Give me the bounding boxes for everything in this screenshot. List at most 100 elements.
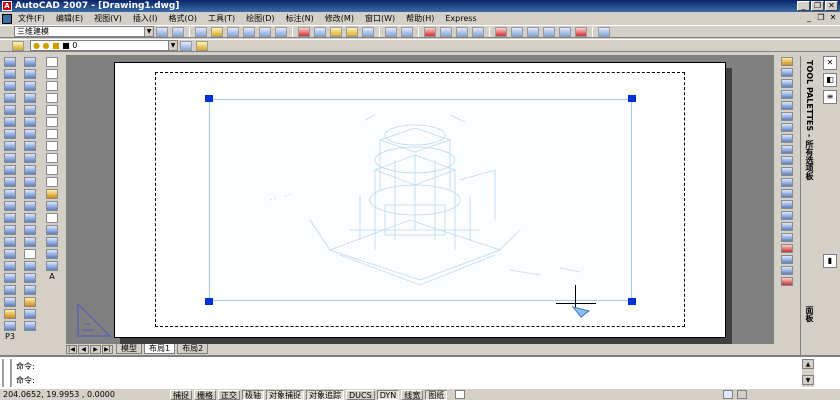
- visual-style-icon[interactable]: [24, 237, 36, 247]
- materials-icon[interactable]: [24, 297, 36, 307]
- tool-palettes[interactable]: TOOL PALETTES - 所有选项板 面板: [800, 56, 820, 356]
- stretch-icon[interactable]: [781, 145, 793, 154]
- menu-file[interactable]: 文件(F): [18, 13, 45, 24]
- design-center-icon[interactable]: [511, 26, 523, 37]
- layer-manager-icon[interactable]: [12, 40, 24, 51]
- subtract-icon[interactable]: [4, 249, 16, 259]
- circle-icon[interactable]: [46, 129, 58, 139]
- menu-draw[interactable]: 绘图(D): [246, 13, 274, 24]
- polysolid-icon[interactable]: [4, 57, 16, 67]
- move-icon[interactable]: [781, 112, 793, 121]
- sphere-icon[interactable]: [4, 105, 16, 115]
- command-grab-handle[interactable]: [2, 359, 12, 387]
- ducs-toggle[interactable]: DUCS: [346, 389, 375, 400]
- command-prompt[interactable]: 命令:: [16, 375, 35, 386]
- menu-view[interactable]: 视图(V): [94, 13, 122, 24]
- multiline-text-icon[interactable]: A: [49, 272, 54, 284]
- trim-icon[interactable]: [781, 156, 793, 165]
- presspull-icon[interactable]: [4, 189, 16, 199]
- spline-icon[interactable]: [46, 153, 58, 163]
- viewport-grip-bottom-left[interactable]: [205, 298, 213, 305]
- move-faces-icon[interactable]: [24, 69, 36, 79]
- palette-properties-icon[interactable]: ≡: [823, 90, 837, 104]
- tool-palettes-icon[interactable]: [527, 26, 539, 37]
- camera-icon[interactable]: [24, 321, 36, 331]
- shell-icon[interactable]: [24, 213, 36, 223]
- menu-insert[interactable]: 插入(I): [133, 13, 158, 24]
- chamfer-icon[interactable]: [781, 211, 793, 220]
- point-icon[interactable]: [46, 213, 58, 223]
- render-icon[interactable]: [24, 285, 36, 295]
- layout-viewport[interactable]: [209, 99, 632, 301]
- viewport-grip-top-left[interactable]: [205, 95, 213, 102]
- pan-icon[interactable]: [424, 26, 436, 37]
- save-workspace-icon[interactable]: [172, 26, 184, 37]
- extrude-faces-icon[interactable]: [24, 57, 36, 67]
- palette-close-icon[interactable]: ✕: [823, 56, 837, 70]
- markup-icon[interactable]: [559, 26, 571, 37]
- save-icon[interactable]: [227, 26, 239, 37]
- 3d-align-icon[interactable]: [4, 297, 16, 307]
- document-icon[interactable]: [2, 13, 12, 24]
- ellipse-icon[interactable]: [46, 165, 58, 175]
- erase-icon[interactable]: [781, 57, 793, 66]
- arc-icon[interactable]: [46, 117, 58, 127]
- command-window[interactable]: 命令: 命令: ▲ ▼: [0, 355, 840, 388]
- snap-toggle[interactable]: 捕捉: [170, 389, 192, 400]
- hatch-icon[interactable]: [46, 225, 58, 235]
- menu-edit[interactable]: 编辑(E): [56, 13, 83, 24]
- zoom-window-icon[interactable]: [456, 26, 468, 37]
- palette-panel-label[interactable]: 面板: [804, 306, 815, 322]
- previous-tab-icon[interactable]: ◀: [78, 344, 89, 354]
- offset-icon[interactable]: [781, 90, 793, 99]
- imprint-icon[interactable]: [24, 177, 36, 187]
- quickcalc-icon[interactable]: [575, 26, 587, 37]
- color-faces-icon[interactable]: [24, 141, 36, 151]
- match-properties-icon[interactable]: [346, 26, 358, 37]
- ortho-toggle[interactable]: 正交: [218, 389, 240, 400]
- copy-edges-icon[interactable]: [24, 153, 36, 163]
- tab-layout2[interactable]: 布局2: [177, 344, 209, 354]
- menu-help[interactable]: 帮助(H): [406, 13, 434, 24]
- polygon-icon[interactable]: [46, 93, 58, 103]
- offset-faces-icon[interactable]: [24, 81, 36, 91]
- dyn-toggle[interactable]: DYN: [376, 389, 400, 400]
- make-block-icon[interactable]: [46, 201, 58, 211]
- polyline-icon[interactable]: [46, 81, 58, 91]
- planar-surface-icon[interactable]: [4, 165, 16, 175]
- polar-toggle[interactable]: 极轴: [242, 389, 264, 400]
- drawing-area[interactable]: [66, 55, 774, 344]
- object-snap-icon[interactable]: [781, 244, 793, 253]
- last-tab-icon[interactable]: ▶|: [102, 344, 113, 354]
- viewport-grip-bottom-right[interactable]: [628, 298, 636, 305]
- viewport-grip-top-right[interactable]: [628, 95, 636, 102]
- plot-preview-icon[interactable]: [259, 26, 271, 37]
- 3d-move-icon[interactable]: [4, 273, 16, 283]
- properties-icon[interactable]: [495, 26, 507, 37]
- box-icon[interactable]: [4, 69, 16, 79]
- workspace-settings-icon[interactable]: [156, 26, 168, 37]
- autocad-app-icon[interactable]: A: [2, 1, 12, 11]
- table-icon[interactable]: [46, 261, 58, 271]
- taper-faces-icon[interactable]: [24, 117, 36, 127]
- conceptual-icon[interactable]: [24, 261, 36, 271]
- menu-tools[interactable]: 工具(T): [208, 13, 235, 24]
- torus-icon[interactable]: [4, 129, 16, 139]
- revolve-icon[interactable]: [4, 213, 16, 223]
- separate-icon[interactable]: [24, 201, 36, 211]
- plot-icon[interactable]: [243, 26, 255, 37]
- workspace-combo[interactable]: 三维建模 ▼: [14, 26, 154, 37]
- palette-autohide-icon[interactable]: ◧: [823, 73, 837, 87]
- union-icon[interactable]: [4, 237, 16, 247]
- slice-icon[interactable]: [4, 321, 16, 331]
- insert-block-icon[interactable]: [46, 189, 58, 199]
- cone-icon[interactable]: [4, 93, 16, 103]
- sheet-set-icon[interactable]: [543, 26, 555, 37]
- undo-icon[interactable]: [385, 26, 397, 37]
- line-icon[interactable]: [46, 57, 58, 67]
- lights-icon[interactable]: [24, 309, 36, 319]
- otrack-toggle[interactable]: 对象追踪: [306, 389, 344, 400]
- help-icon[interactable]: [598, 26, 610, 37]
- snap-midpoint-icon[interactable]: [781, 266, 793, 275]
- copy-icon[interactable]: [314, 26, 326, 37]
